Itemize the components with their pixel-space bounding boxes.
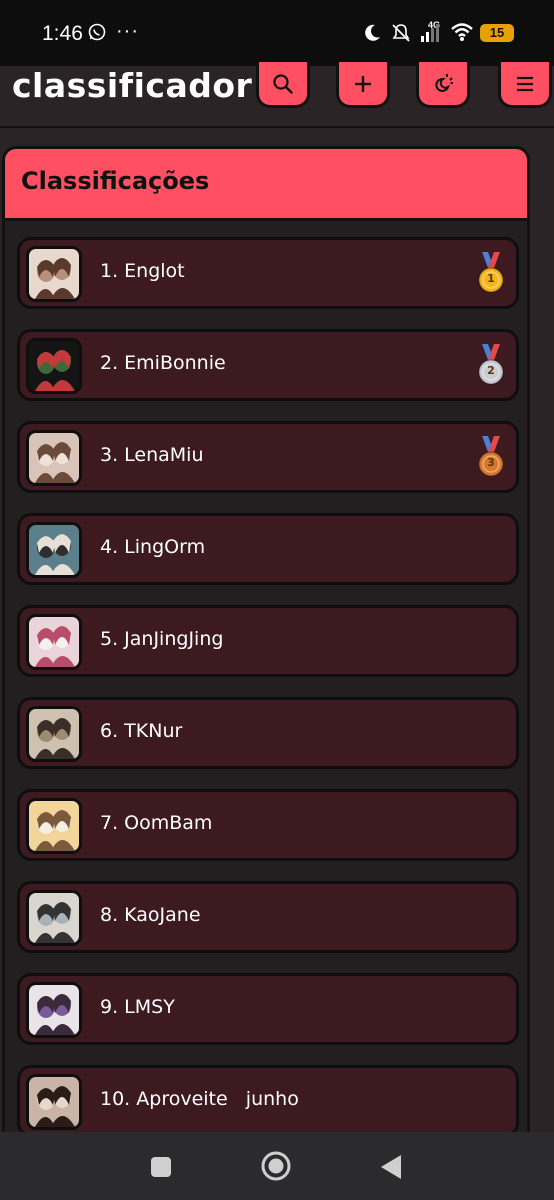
app-title: classificador: [12, 66, 253, 105]
moon-icon: [362, 23, 382, 47]
rank-label: 7. OomBam: [100, 812, 213, 834]
rank-item[interactable]: 5. JanJingJing: [17, 605, 519, 677]
rank-label: 2. EmiBonnie: [100, 352, 226, 374]
rank-item[interactable]: 6. TKNur: [17, 697, 519, 769]
status-time: 1:46: [42, 22, 83, 45]
recents-button[interactable]: [150, 1156, 172, 1182]
rank-label: 9. LMSY: [100, 996, 175, 1018]
avatar: [26, 338, 82, 394]
rank-label: 3. LenaMiu: [100, 444, 204, 466]
hamburger-menu-icon: [517, 76, 533, 91]
rank-label: 8. KaoJane: [100, 904, 201, 926]
rank-item[interactable]: 4. LingOrm: [17, 513, 519, 585]
medal-number: 3: [487, 456, 495, 469]
rank-item[interactable]: 10. Aproveite junho: [17, 1065, 519, 1137]
medal-silver-icon: 2: [476, 344, 506, 388]
rank-label: 5. JanJingJing: [100, 628, 224, 650]
rank-label: 10. Aproveite junho: [100, 1088, 299, 1110]
avatar: [26, 890, 82, 946]
rank-item[interactable]: 1. Englot 1: [17, 237, 519, 309]
rank-label: 6. TKNur: [100, 720, 183, 742]
rank-item[interactable]: 7. OomBam: [17, 789, 519, 861]
medal-bronze-icon: 3: [476, 436, 506, 480]
add-button[interactable]: [336, 62, 390, 108]
back-button[interactable]: [380, 1154, 402, 1184]
rankings-panel: Classificações 1. Englot 1 2. EmiBonnie 2 3.…: [2, 146, 530, 1146]
rank-item[interactable]: 8. KaoJane: [17, 881, 519, 953]
rank-item[interactable]: 2. EmiBonnie 2: [17, 329, 519, 401]
rank-label: 1. Englot: [100, 260, 185, 282]
rank-label: 4. LingOrm: [100, 536, 206, 558]
more-notifications-icon: ···: [116, 20, 139, 42]
signal-icon: [420, 23, 442, 47]
avatar: [26, 1074, 82, 1130]
avatar: [26, 246, 82, 302]
theme-toggle-button[interactable]: [416, 62, 470, 108]
medal-number: 2: [487, 364, 495, 377]
panel-title: Classificações: [21, 167, 210, 195]
avatar: [26, 798, 82, 854]
home-button[interactable]: [261, 1151, 291, 1185]
medal-gold-icon: 1: [476, 252, 506, 296]
plus-icon: [355, 75, 371, 92]
system-nav-bar: [0, 1132, 554, 1200]
avatar: [26, 522, 82, 578]
avatar: [26, 982, 82, 1038]
app-header: classificador: [0, 62, 554, 128]
medal-number: 1: [487, 272, 495, 285]
status-bar: 1:46 ··· 4G 15: [0, 0, 554, 66]
rank-item[interactable]: 3. LenaMiu 3: [17, 421, 519, 493]
panel-header: Classificações: [5, 149, 527, 221]
back-icon: [381, 1155, 401, 1179]
theme-toggle-icon: [435, 73, 453, 92]
avatar: [26, 614, 82, 670]
search-button[interactable]: [256, 62, 310, 108]
wifi-icon: [450, 22, 474, 46]
mute-icon: [390, 22, 412, 48]
search-icon: [273, 73, 293, 94]
home-icon: [261, 1151, 291, 1181]
menu-button[interactable]: [498, 62, 552, 108]
avatar: [26, 430, 82, 486]
whatsapp-icon: [88, 23, 106, 41]
rank-item[interactable]: 9. LMSY: [17, 973, 519, 1045]
avatar: [26, 706, 82, 762]
battery-indicator: 15: [480, 24, 514, 42]
recents-icon: [151, 1157, 171, 1177]
